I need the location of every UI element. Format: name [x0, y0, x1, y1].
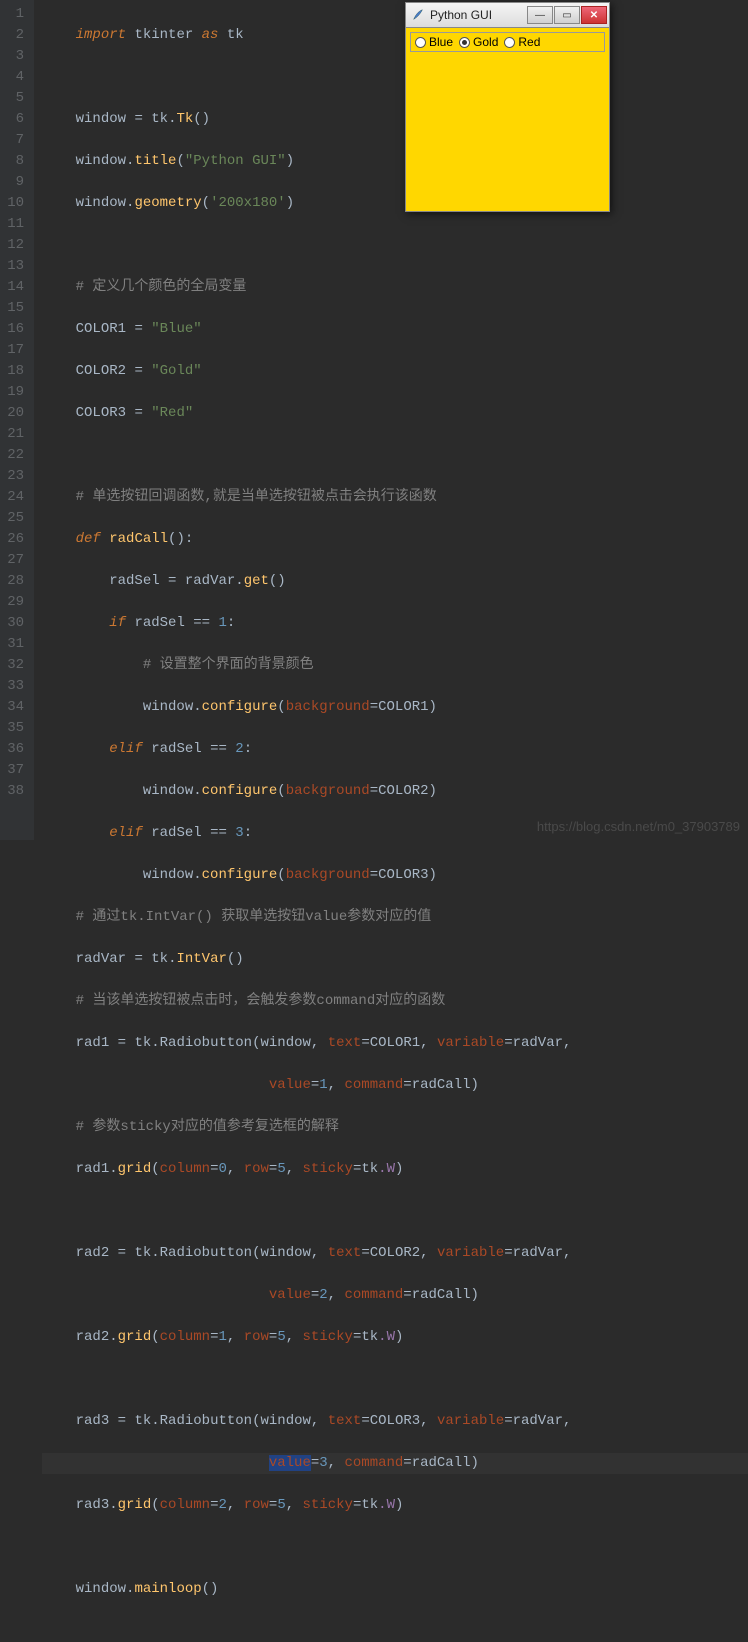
code-line[interactable] [42, 1201, 748, 1222]
line-number: 29 [6, 592, 24, 613]
close-button[interactable]: ✕ [581, 6, 607, 24]
line-number: 24 [6, 487, 24, 508]
line-number: 4 [6, 67, 24, 88]
line-number: 9 [6, 172, 24, 193]
code-line-current[interactable]: value=3, command=radCall) [42, 1453, 748, 1474]
line-number: 32 [6, 655, 24, 676]
line-number: 26 [6, 529, 24, 550]
code-line[interactable] [42, 445, 748, 466]
code-line[interactable]: # 当该单选按钮被点击时，会触发参数command对应的函数 [42, 991, 748, 1012]
code-line[interactable]: # 设置整个界面的背景颜色 [42, 655, 748, 676]
code-line[interactable]: elif radSel == 2: [42, 739, 748, 760]
line-number: 8 [6, 151, 24, 172]
window-buttons: — ▭ ✕ [527, 6, 607, 24]
code-line[interactable] [42, 1369, 748, 1390]
line-number: 7 [6, 130, 24, 151]
line-number: 30 [6, 613, 24, 634]
line-number: 10 [6, 193, 24, 214]
line-gutter: 1 2 3 4 5 6 7 8 9 10 11 12 13 14 15 16 1… [0, 0, 34, 840]
code-line[interactable] [42, 235, 748, 256]
line-number: 13 [6, 256, 24, 277]
code-line[interactable]: rad1.grid(column=0, row=5, sticky=tk.W) [42, 1159, 748, 1180]
line-number: 21 [6, 424, 24, 445]
code-line[interactable]: radVar = tk.IntVar() [42, 949, 748, 970]
line-number: 31 [6, 634, 24, 655]
code-line[interactable]: COLOR1 = "Blue" [42, 319, 748, 340]
titlebar[interactable]: Python GUI — ▭ ✕ [405, 2, 610, 28]
line-number: 20 [6, 403, 24, 424]
code-line[interactable]: window.mainloop() [42, 1579, 748, 1600]
line-number: 12 [6, 235, 24, 256]
code-area[interactable]: import tkinter as tk window = tk.Tk() wi… [34, 0, 748, 840]
code-line[interactable]: rad2 = tk.Radiobutton(window, text=COLOR… [42, 1243, 748, 1264]
radio-label: Blue [429, 35, 453, 49]
line-number: 17 [6, 340, 24, 361]
code-line[interactable]: import tkinter as tk [42, 25, 748, 46]
line-number: 1 [6, 4, 24, 25]
line-number: 23 [6, 466, 24, 487]
code-line[interactable]: # 定义几个颜色的全局变量 [42, 277, 748, 298]
radio-blue[interactable]: Blue [415, 35, 453, 49]
maximize-button[interactable]: ▭ [554, 6, 580, 24]
line-number: 15 [6, 298, 24, 319]
code-line[interactable]: COLOR3 = "Red" [42, 403, 748, 424]
code-line[interactable]: rad3 = tk.Radiobutton(window, text=COLOR… [42, 1411, 748, 1432]
line-number: 35 [6, 718, 24, 739]
line-number: 36 [6, 739, 24, 760]
code-line[interactable]: # 单选按钮回调函数,就是当单选按钮被点击会执行该函数 [42, 487, 748, 508]
code-line[interactable]: window = tk.Tk() [42, 109, 748, 130]
code-editor: 1 2 3 4 5 6 7 8 9 10 11 12 13 14 15 16 1… [0, 0, 748, 840]
radio-circle-icon [415, 37, 426, 48]
code-line[interactable]: rad3.grid(column=2, row=5, sticky=tk.W) [42, 1495, 748, 1516]
line-number: 25 [6, 508, 24, 529]
line-number: 2 [6, 25, 24, 46]
tk-window[interactable]: Python GUI — ▭ ✕ Blue Gold Red [405, 2, 610, 212]
code-line[interactable]: window.configure(background=COLOR2) [42, 781, 748, 802]
radio-circle-icon [504, 37, 515, 48]
line-number: 38 [6, 781, 24, 802]
code-line[interactable]: # 通过tk.IntVar() 获取单选按钮value参数对应的值 [42, 907, 748, 928]
code-line[interactable]: window.title("Python GUI") [42, 151, 748, 172]
code-line[interactable]: # 参数sticky对应的值参考复选框的解释 [42, 1117, 748, 1138]
code-line[interactable]: window.configure(background=COLOR3) [42, 865, 748, 886]
code-line[interactable]: value=2, command=radCall) [42, 1285, 748, 1306]
line-number: 6 [6, 109, 24, 130]
radio-circle-icon [459, 37, 470, 48]
code-line[interactable]: def radCall(): [42, 529, 748, 550]
line-number: 27 [6, 550, 24, 571]
line-number: 11 [6, 214, 24, 235]
line-number: 28 [6, 571, 24, 592]
tk-feather-icon [410, 7, 426, 23]
code-line[interactable]: if radSel == 1: [42, 613, 748, 634]
code-line[interactable]: radSel = radVar.get() [42, 571, 748, 592]
radio-gold[interactable]: Gold [459, 35, 498, 49]
line-number: 22 [6, 445, 24, 466]
line-number: 37 [6, 760, 24, 781]
window-body: Blue Gold Red [405, 28, 610, 212]
watermark-text: https://blog.csdn.net/m0_37903789 [537, 819, 740, 834]
code-line[interactable]: rad2.grid(column=1, row=5, sticky=tk.W) [42, 1327, 748, 1348]
line-number: 33 [6, 676, 24, 697]
line-number: 3 [6, 46, 24, 67]
line-number: 34 [6, 697, 24, 718]
line-number: 19 [6, 382, 24, 403]
line-number: 18 [6, 361, 24, 382]
minimize-button[interactable]: — [527, 6, 553, 24]
code-line[interactable]: COLOR2 = "Gold" [42, 361, 748, 382]
line-number: 5 [6, 88, 24, 109]
code-line[interactable]: value=1, command=radCall) [42, 1075, 748, 1096]
window-title: Python GUI [430, 8, 527, 22]
code-line[interactable]: window.configure(background=COLOR1) [42, 697, 748, 718]
radio-red[interactable]: Red [504, 35, 540, 49]
code-line[interactable]: window.geometry('200x180') [42, 193, 748, 214]
radio-group: Blue Gold Red [410, 32, 605, 52]
code-line[interactable] [42, 67, 748, 88]
radio-label: Gold [473, 35, 498, 49]
line-number: 14 [6, 277, 24, 298]
code-line[interactable]: rad1 = tk.Radiobutton(window, text=COLOR… [42, 1033, 748, 1054]
radio-label: Red [518, 35, 540, 49]
code-line[interactable] [42, 1537, 748, 1558]
line-number: 16 [6, 319, 24, 340]
